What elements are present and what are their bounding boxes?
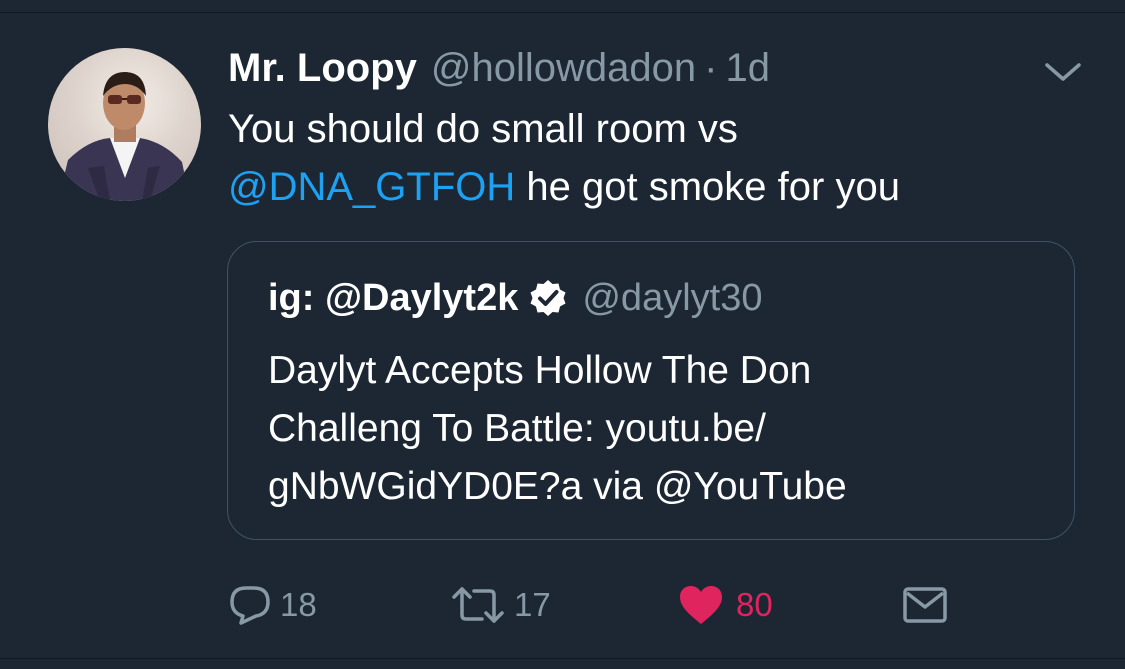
bottom-divider — [0, 658, 1125, 669]
like-count: 80 — [736, 586, 773, 623]
quoted-text-line: gNbWGidYD0E?a via @YouTube — [268, 465, 847, 508]
quoted-text-line: Challeng To Battle: youtu.be/ — [268, 407, 766, 450]
avatar[interactable] — [48, 48, 201, 201]
tweet-text-line1: You should do small room vs — [228, 107, 738, 151]
quoted-tweet-header: ig: @Daylyt2k @daylyt30 — [268, 274, 762, 322]
quoted-author-handle: @daylyt30 — [582, 277, 763, 319]
like-button[interactable]: 80 — [678, 575, 773, 635]
quoted-tweet-text: Daylyt Accepts Hollow The Don Challeng T… — [268, 342, 1048, 516]
reply-button[interactable]: 18 — [228, 575, 317, 635]
tweet-text-line2: he got smoke for you — [515, 165, 900, 209]
top-divider — [0, 0, 1125, 13]
author-handle[interactable]: @hollowdadon — [431, 44, 696, 92]
quoted-text-line: Daylyt Accepts Hollow The Don — [268, 349, 812, 392]
mention-link[interactable]: @DNA_GTFOH — [228, 165, 515, 209]
envelope-icon — [903, 587, 947, 623]
tweet-actions-bar: 18 17 80 — [0, 575, 1125, 635]
tweet-header: Mr. Loopy @hollowdadon · 1d — [228, 44, 770, 92]
verified-badge-icon — [530, 280, 566, 316]
reply-count: 18 — [280, 586, 317, 623]
reply-icon — [230, 586, 270, 625]
author-name[interactable]: Mr. Loopy — [228, 44, 417, 92]
chevron-down-icon[interactable] — [1044, 56, 1082, 86]
direct-message-button[interactable] — [902, 575, 948, 635]
avatar-photo — [58, 72, 190, 201]
timestamp[interactable]: 1d — [725, 44, 770, 92]
heart-icon — [680, 586, 722, 624]
tweet-text: You should do small room vs @DNA_GTFOH h… — [228, 100, 1088, 216]
retweet-button[interactable]: 17 — [450, 575, 551, 635]
retweet-count: 17 — [514, 586, 551, 623]
quoted-tweet-card[interactable]: ig: @Daylyt2k @daylyt30 Daylyt Accepts H… — [227, 241, 1075, 540]
quoted-author-name: ig: @Daylyt2k — [268, 277, 519, 319]
retweet-icon — [452, 587, 504, 623]
header-separator: · — [704, 46, 718, 90]
